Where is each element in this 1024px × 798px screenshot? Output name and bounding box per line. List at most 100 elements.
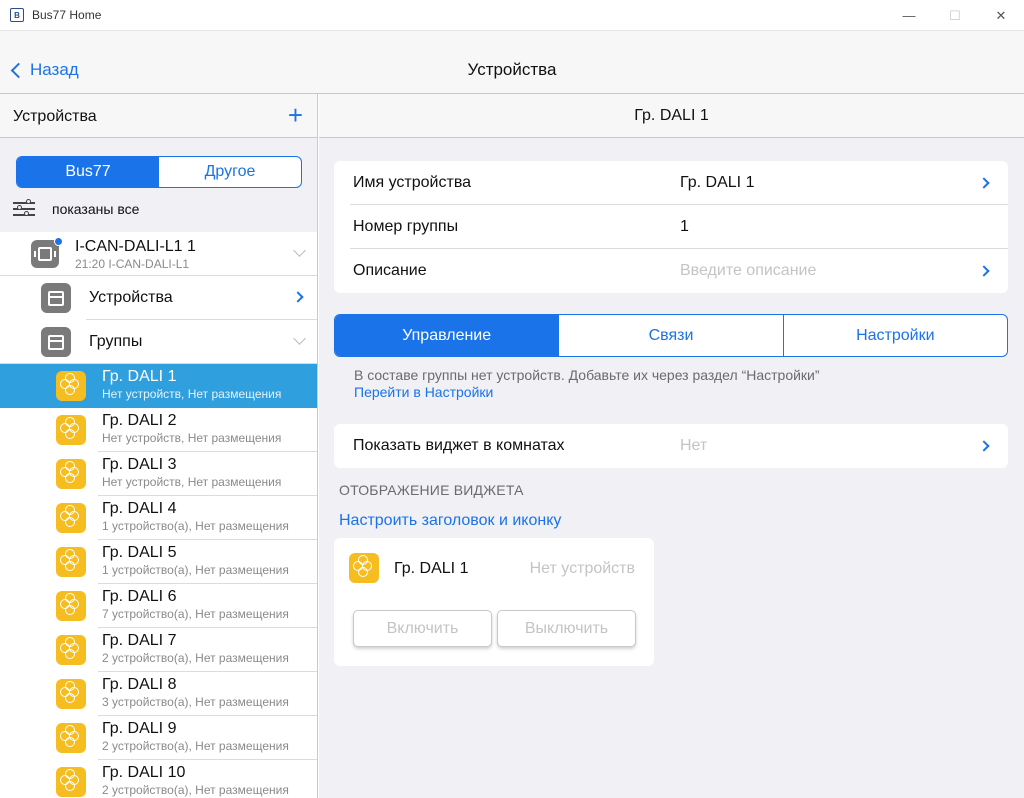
group-subtitle: 2 устройство(а), Нет размещения — [102, 739, 289, 753]
description-placeholder[interactable]: Введите описание — [680, 262, 816, 280]
group-title: Гр. DALI 8 — [102, 676, 177, 693]
page-title: Устройства — [467, 60, 557, 79]
group-title: Гр. DALI 7 — [102, 632, 177, 649]
group-item[interactable]: Гр. DALI 7 2 устройство(а), Нет размещени… — [0, 628, 317, 672]
add-device-button[interactable]: + — [288, 102, 303, 128]
chevron-down-icon[interactable] — [293, 332, 306, 345]
dali-group-icon — [349, 553, 379, 583]
minimize-icon[interactable]: — — [886, 0, 932, 31]
detail-panel: Гр. DALI 1 Имя устройства Гр. DALI 1 Ном… — [319, 94, 1024, 798]
prop-value: 1 — [680, 218, 689, 235]
dali-group-icon — [56, 415, 86, 445]
tab-settings[interactable]: Настройки — [784, 315, 1007, 356]
group-subtitle: 3 устройство(а), Нет размещения — [102, 695, 289, 709]
prop-value: Гр. DALI 1 — [680, 174, 755, 191]
group-title: Гр. DALI 3 — [102, 456, 177, 473]
window-controls: — ☐ ✕ — [886, 0, 1024, 31]
group-item[interactable]: Гр. DALI 9 2 устройство(а), Нет размещени… — [0, 716, 317, 760]
group-item[interactable]: Гр. DALI 1 Нет устройств, Нет размещения — [0, 364, 317, 408]
window-titlebar: B Bus77 Home — ☐ ✕ — [0, 0, 1024, 31]
filter-sliders-icon — [13, 199, 37, 218]
dali-group-icon — [56, 635, 86, 665]
dali-group-icon — [56, 459, 86, 489]
prop-label: Имя устройства — [353, 174, 472, 191]
filter-button[interactable]: показаны все — [13, 199, 140, 218]
folder-item-devices[interactable]: Устройства — [0, 276, 317, 320]
group-item[interactable]: Гр. DALI 6 7 устройство(а), Нет размещени… — [0, 584, 317, 628]
group-subtitle: 1 устройство(а), Нет размещения — [102, 519, 289, 533]
dali-group-icon — [56, 767, 86, 797]
prop-label: Описание — [353, 262, 427, 279]
chevron-down-icon[interactable] — [293, 244, 306, 257]
group-list: Гр. DALI 1 Нет устройств, Нет размещения Г… — [0, 364, 317, 798]
tab-links[interactable]: Связи — [559, 315, 784, 356]
sidebar-header: Устройства + — [0, 94, 317, 138]
group-subtitle: Нет устройств, Нет размещения — [102, 387, 282, 401]
group-title: Гр. DALI 1 — [102, 368, 177, 385]
configure-title-icon-link[interactable]: Настроить заголовок и иконку — [339, 512, 561, 530]
group-title: Гр. DALI 2 — [102, 412, 177, 429]
folder-label: Группы — [89, 333, 143, 350]
prop-group-number: Номер группы 1 — [334, 205, 1008, 249]
segment-other[interactable]: Другое — [159, 157, 301, 187]
dali-group-icon — [56, 371, 86, 401]
group-title: Гр. DALI 10 — [102, 764, 186, 781]
widget-status: Нет устройств — [529, 560, 635, 577]
folder-icon — [41, 283, 71, 313]
folder-label: Устройства — [89, 289, 173, 306]
prop-description[interactable]: Описание Введите описание — [334, 249, 1008, 293]
tab-control[interactable]: Управление — [335, 315, 560, 356]
show-widget-value: Нет — [680, 437, 708, 454]
group-subtitle: Нет устройств, Нет размещения — [102, 431, 282, 445]
group-item[interactable]: Гр. DALI 5 1 устройство(а), Нет размещени… — [0, 540, 317, 584]
device-tree: I-CAN-DALI-L1 1 21:20 I-CAN-DALI-L1 Устр… — [0, 232, 317, 798]
group-item[interactable]: Гр. DALI 10 2 устройство(а), Нет размещен… — [0, 760, 317, 798]
close-icon[interactable]: ✕ — [978, 0, 1024, 31]
group-item[interactable]: Гр. DALI 8 3 устройство(а), Нет размещени… — [0, 672, 317, 716]
chevron-right-icon — [978, 265, 990, 277]
turn-on-button[interactable]: Включить — [353, 610, 492, 647]
empty-group-hint: В составе группы нет устройств. Добавьте… — [354, 367, 820, 383]
status-dot-icon — [54, 237, 63, 246]
dali-group-icon — [56, 723, 86, 753]
show-widget-card[interactable]: Показать виджет в комнатах Нет — [334, 424, 1008, 468]
maximize-icon[interactable]: ☐ — [932, 0, 978, 31]
controller-item[interactable]: I-CAN-DALI-L1 1 21:20 I-CAN-DALI-L1 — [0, 232, 317, 276]
group-item[interactable]: Гр. DALI 2 Нет устройств, Нет размещения — [0, 408, 317, 452]
widget-section-caption: ОТОБРАЖЕНИЕ ВИДЖЕТА — [339, 482, 524, 498]
window-title: Bus77 Home — [32, 8, 102, 22]
group-subtitle: Нет устройств, Нет размещения — [102, 475, 282, 489]
chevron-right-icon — [978, 440, 990, 452]
dali-group-icon — [56, 503, 86, 533]
turn-off-button[interactable]: Выключить — [497, 610, 636, 647]
group-item[interactable]: Гр. DALI 4 1 устройство(а), Нет размещени… — [0, 496, 317, 540]
segment-bus77[interactable]: Bus77 — [17, 157, 159, 187]
group-subtitle: 2 устройство(а), Нет размещения — [102, 651, 289, 665]
filter-label: показаны все — [52, 201, 140, 217]
widget-preview: Гр. DALI 1 Нет устройств Включить Выключ… — [334, 538, 654, 666]
dali-group-icon — [56, 547, 86, 577]
sidebar-title: Устройства — [13, 108, 97, 125]
navigation-bar: Назад Устройства — [0, 31, 1024, 94]
group-subtitle: 1 устройство(а), Нет размещения — [102, 563, 289, 577]
chevron-right-icon — [978, 177, 990, 189]
group-subtitle: 2 устройство(а), Нет размещения — [102, 783, 289, 797]
app-icon: B — [10, 8, 24, 22]
app-icon-letter: B — [14, 10, 20, 20]
sidebar: Устройства + Bus77 Другое показаны все I… — [0, 94, 318, 798]
detail-title: Гр. DALI 1 — [634, 106, 709, 124]
go-to-settings-link[interactable]: Перейти в Настройки — [354, 384, 493, 400]
controller-subtitle: 21:20 I-CAN-DALI-L1 — [75, 257, 190, 271]
detail-tabs: Управление Связи Настройки — [334, 314, 1008, 357]
group-title: Гр. DALI 5 — [102, 544, 177, 561]
dali-group-icon — [56, 679, 86, 709]
properties-card: Имя устройства Гр. DALI 1 Номер группы 1… — [334, 161, 1008, 293]
group-item[interactable]: Гр. DALI 3 Нет устройств, Нет размещения — [0, 452, 317, 496]
chevron-right-icon — [292, 291, 304, 303]
source-segmented-control: Bus77 Другое — [16, 156, 302, 188]
folder-icon — [41, 327, 71, 357]
folder-item-groups[interactable]: Группы — [0, 320, 317, 364]
prop-device-name[interactable]: Имя устройства Гр. DALI 1 — [334, 161, 1008, 205]
group-title: Гр. DALI 9 — [102, 720, 177, 737]
show-widget-label: Показать виджет в комнатах — [353, 437, 565, 454]
